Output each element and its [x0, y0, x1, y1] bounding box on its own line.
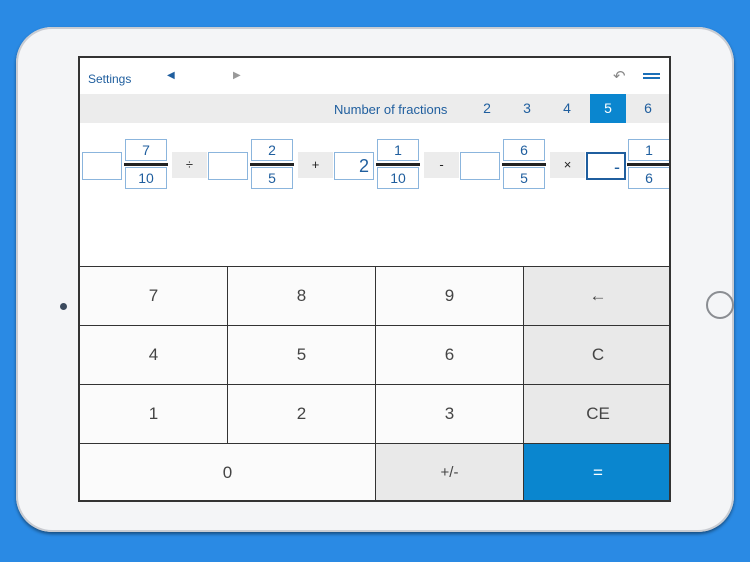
denominator-input[interactable]: 5	[251, 167, 293, 189]
operator-button[interactable]: +	[298, 152, 333, 178]
count-option-4[interactable]: 4	[549, 94, 585, 123]
calculator-screen: Settings ◀ ▶ ↶ Number of fractions 2 3 4…	[78, 56, 671, 502]
numerator-input[interactable]: 1	[377, 139, 419, 161]
key-4[interactable]: 4	[80, 326, 228, 385]
whole-input[interactable]	[82, 152, 122, 180]
operator-button[interactable]: ÷	[172, 152, 207, 178]
key-0[interactable]: 0	[80, 444, 376, 500]
key-2[interactable]: 2	[228, 385, 376, 444]
equals-button[interactable]: =	[524, 444, 669, 500]
sign-toggle-button[interactable]: +/-	[376, 444, 524, 500]
count-option-3[interactable]: 3	[509, 94, 545, 123]
fraction-line	[250, 163, 294, 166]
fraction-line	[502, 163, 546, 166]
denominator-input[interactable]: 6	[628, 167, 669, 189]
whole-input[interactable]	[208, 152, 248, 180]
fraction-line	[627, 163, 669, 166]
count-option-2[interactable]: 2	[469, 94, 505, 123]
key-9[interactable]: 9	[376, 267, 524, 326]
settings-button[interactable]: Settings	[88, 72, 131, 86]
keypad: 7 8 9 ← 4 5 6 C 1 2 3 CE 0 +/- =	[80, 266, 669, 500]
whole-input-active[interactable]: -	[586, 152, 626, 180]
clear-entry-button[interactable]: CE	[524, 385, 669, 444]
denominator-input[interactable]: 10	[377, 167, 419, 189]
key-1[interactable]: 1	[80, 385, 228, 444]
undo-icon[interactable]: ↶	[613, 67, 626, 85]
key-3[interactable]: 3	[376, 385, 524, 444]
key-6[interactable]: 6	[376, 326, 524, 385]
key-8[interactable]: 8	[228, 267, 376, 326]
fraction-count-bar: Number of fractions 2 3 4 5 6	[80, 94, 669, 123]
operator-button[interactable]: ×	[550, 152, 585, 178]
numerator-input[interactable]: 7	[125, 139, 167, 161]
denominator-input[interactable]: 5	[503, 167, 545, 189]
home-button[interactable]	[706, 291, 734, 319]
clear-button[interactable]: C	[524, 326, 669, 385]
operator-button[interactable]: -	[424, 152, 459, 178]
numerator-input[interactable]: 2	[251, 139, 293, 161]
whole-input[interactable]	[460, 152, 500, 180]
fraction-line	[124, 163, 168, 166]
menu-icon[interactable]	[643, 73, 660, 79]
key-5[interactable]: 5	[228, 326, 376, 385]
key-7[interactable]: 7	[80, 267, 228, 326]
count-option-6[interactable]: 6	[630, 94, 666, 123]
denominator-input[interactable]: 10	[125, 167, 167, 189]
whole-input[interactable]: 2	[334, 152, 374, 180]
camera-icon	[60, 303, 67, 310]
numerator-input[interactable]: 1	[628, 139, 669, 161]
backspace-button[interactable]: ←	[524, 267, 669, 326]
numerator-input[interactable]: 6	[503, 139, 545, 161]
fraction-line	[376, 163, 420, 166]
expression-area: 7 10 ÷ 2 5 + 2 1 10 - 6 5 × - 1 6	[80, 123, 669, 268]
count-option-5[interactable]: 5	[590, 94, 626, 123]
fraction-count-label: Number of fractions	[334, 102, 448, 117]
prev-arrow-icon[interactable]: ◀	[167, 70, 175, 81]
top-bar: Settings ◀ ▶ ↶	[80, 58, 669, 94]
next-arrow-icon[interactable]: ▶	[233, 70, 241, 81]
